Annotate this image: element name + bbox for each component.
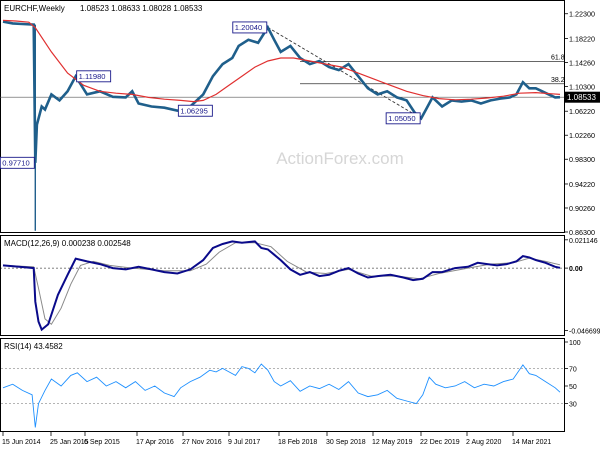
rsi-y-tick-label: 100 [569,340,581,347]
time-tick-label: 6 Sep 2015 [84,439,120,446]
price-y-tick-label: 0.94220 [569,180,595,189]
macd-title: MACD(12,26,9) 0.000238 0.002548 [4,239,131,248]
rsi-y-tick-label: 50 [569,384,577,391]
rsi-y-tick-label: 70 [569,366,577,373]
chart-watermark: ActionForex.com [276,149,404,168]
price-y-tick-label: 0.86300 [569,228,595,237]
annotation-label: 1.06295 [180,107,207,116]
price-y-tick-label: 1.06220 [569,107,595,116]
rsi-title: RSI(14) 43.4582 [4,342,63,351]
price-y-tick-label: 0.98300 [569,155,595,164]
fib-label: 38.2 [551,77,565,84]
price-y-tick-label: 1.14260 [569,58,595,67]
time-tick-label: 30 Sep 2018 [326,439,366,446]
time-axis: 15 Jun 2014 25 Jan 20156 Sep 2015 17 Apr 2… [2,432,551,446]
time-tick-label: 12 May 2019 [372,439,413,446]
price-header-symbol: EURCHF,Weekly [4,4,65,13]
price-y-tick-label: 1.18220 [569,34,595,43]
macd-y-tick-label: 0.021146 [569,238,598,245]
price-panel-frame [0,0,565,233]
price-panel: EURCHF,Weekly 1.08523 1.08633 1.08028 1.… [0,0,600,237]
macd-panel-frame [0,235,565,336]
eurchf-weekly-chart: EURCHF,Weekly 1.08523 1.08633 1.08028 1.… [0,0,600,446]
time-tick-label: 18 Feb 2018 [278,439,317,446]
time-tick-label: 9 Jul 2017 [228,439,260,446]
macd-panel: MACD(12,26,9) 0.000238 0.002548 0.021146… [0,235,600,336]
annotation-label: 1.20040 [235,23,262,32]
price-y-tick-label: 1.02260 [569,131,595,140]
price-y-tick-label: 1.22300 [569,10,595,19]
annotation-label: 1.05050 [388,114,415,123]
current-price-label: 1.08533 [567,93,596,102]
macd-y-axis: 0.021146 0.00 -0.046699 [564,238,600,336]
price-y-tick-label: 0.90260 [569,204,595,213]
time-tick-label: 25 Jan 2015 [50,439,89,446]
macd-y-tick-label: 0.00 [569,266,583,273]
price-header-ohlc: 1.08523 1.08633 1.08028 1.08533 [80,4,203,13]
annotation-label: 0.97710 [2,159,29,168]
time-tick-label: 15 Jun 2014 [2,439,41,446]
time-tick-label: 14 Mar 2021 [512,439,551,446]
rsi-panel: RSI(14) 43.4582 100 70 50 30 [0,338,581,432]
time-tick-label: 22 Dec 2019 [420,439,460,446]
rsi-y-tick-label: 30 [569,402,577,409]
time-tick-label: 17 Apr 2016 [136,439,174,446]
time-tick-label: 27 Nov 2016 [182,439,222,446]
annotation-label: 1.11980 [79,72,106,81]
macd-y-tick-label: -0.046699 [569,329,600,336]
price-y-tick-label: 1.10300 [569,82,595,91]
price-y-axis: 1.22300 1.18220 1.14260 1.10300 1.06220 1.022… [564,10,595,237]
current-price-badge: 1.08533 [565,91,600,103]
fib-label: 61.8 [551,55,565,62]
time-tick-label: 2 Aug 2020 [466,439,502,446]
